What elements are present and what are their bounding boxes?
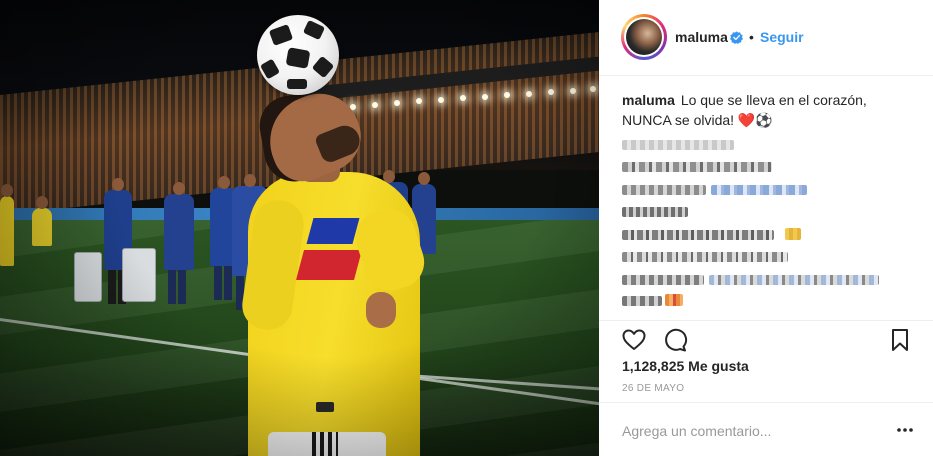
comment-icon[interactable] <box>662 327 688 353</box>
blurred-comment <box>711 185 807 195</box>
blurred-comment <box>622 185 706 195</box>
action-bar <box>599 320 933 356</box>
blurred-comment <box>622 275 704 285</box>
blurred-comment <box>622 140 734 150</box>
post-header: maluma • Seguir <box>599 0 933 76</box>
blurred-emoji <box>785 228 801 240</box>
username-link[interactable]: maluma <box>675 29 728 45</box>
bookmark-icon[interactable] <box>887 327 913 353</box>
likes-count[interactable]: 1,128,825 Me gusta <box>622 358 749 374</box>
separator-dot: • <box>749 29 754 45</box>
post-date[interactable]: 26 DE MAYO <box>622 383 684 394</box>
post-panel: maluma • Seguir maluma Lo que se lleva e… <box>599 0 933 456</box>
verified-badge-icon <box>730 31 743 44</box>
blurred-comment <box>622 252 788 262</box>
more-options-icon[interactable] <box>893 423 917 437</box>
blurred-comment <box>622 296 662 306</box>
blurred-comment <box>622 162 772 172</box>
blurred-comment <box>622 230 774 240</box>
photo-vignette <box>0 0 599 456</box>
comment-bar <box>599 402 933 456</box>
caption-username[interactable]: maluma <box>622 92 675 108</box>
heart-icon[interactable] <box>621 327 647 353</box>
blurred-emoji <box>665 294 683 306</box>
post-caption: maluma Lo que se lleva en el corazón, NU… <box>622 90 912 130</box>
avatar[interactable] <box>621 14 667 60</box>
blurred-comment <box>622 207 688 217</box>
avatar-image <box>626 19 662 55</box>
follow-button[interactable]: Seguir <box>760 29 804 45</box>
post-photo[interactable] <box>0 0 599 456</box>
blurred-comment <box>709 275 879 285</box>
comment-input[interactable] <box>622 420 882 442</box>
